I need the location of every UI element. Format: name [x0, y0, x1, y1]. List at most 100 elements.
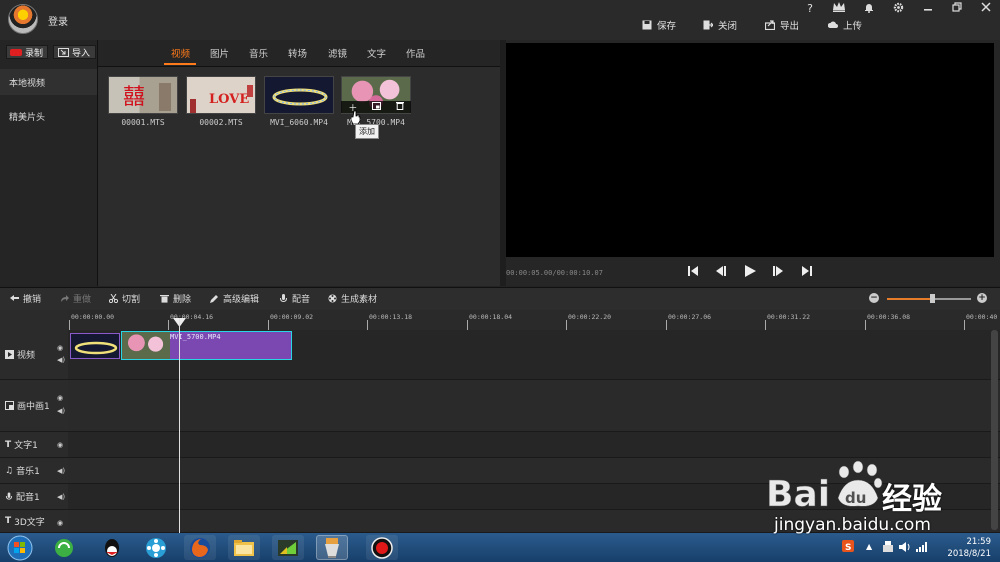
- ruler-tick: [69, 320, 70, 330]
- taskbar-app-icon[interactable]: [48, 535, 80, 560]
- start-button[interactable]: [5, 534, 35, 561]
- media-thumbnail[interactable]: LOVE: [186, 76, 256, 114]
- trash-icon[interactable]: [395, 101, 404, 113]
- eye-icon[interactable]: ◉: [57, 519, 63, 527]
- tab-video[interactable]: 视频: [171, 46, 190, 60]
- export-button[interactable]: 导出: [765, 17, 799, 33]
- close-project-button[interactable]: 关闭: [703, 17, 737, 33]
- playhead-line[interactable]: [179, 318, 180, 534]
- volume-icon[interactable]: [899, 542, 911, 552]
- tray-expand-icon[interactable]: ▲: [866, 542, 872, 551]
- speaker-icon[interactable]: ◀): [57, 407, 65, 415]
- watermark-brand: 经验: [882, 482, 942, 517]
- track-label: 视频: [17, 351, 36, 361]
- ruler-tick: [168, 320, 169, 330]
- svg-text:LOVE: LOVE: [209, 92, 249, 107]
- ruler-tick: [865, 320, 866, 330]
- active-tab-indicator: [164, 63, 196, 65]
- firefox-icon[interactable]: [184, 535, 216, 560]
- record-button[interactable]: 录制: [6, 45, 48, 59]
- ruler-label: 00:00:27.06: [668, 313, 712, 321]
- mic-icon: [280, 294, 287, 303]
- media-name: 00002.MTS: [199, 118, 243, 127]
- taskbar-app-icon[interactable]: [272, 535, 304, 560]
- play-icon[interactable]: [743, 264, 757, 278]
- track-label: 3D文字: [14, 517, 45, 528]
- zoom-in-button[interactable]: +: [977, 293, 987, 303]
- eye-icon[interactable]: ◉: [57, 344, 63, 352]
- import-icon: [58, 47, 69, 57]
- ruler-tick: [566, 320, 567, 330]
- login-link[interactable]: 登录: [48, 13, 68, 28]
- tab-transition[interactable]: 转场: [288, 46, 307, 60]
- delete-label: 删除: [173, 295, 192, 305]
- voiceover-button[interactable]: 配音: [279, 292, 310, 305]
- undo-button[interactable]: 撤销: [10, 292, 41, 305]
- speaker-icon[interactable]: ◀): [57, 493, 65, 501]
- tab-text[interactable]: 文字: [367, 46, 386, 60]
- sidebar-item-intro-clips[interactable]: 精美片头: [0, 103, 97, 129]
- hand-cursor-icon: [351, 110, 361, 124]
- track-text1[interactable]: [68, 432, 1000, 458]
- video-editor-taskbar-icon[interactable]: [316, 535, 348, 560]
- upload-button[interactable]: 上传: [828, 17, 862, 33]
- usb-device-icon[interactable]: [883, 541, 893, 552]
- advanced-edit-button[interactable]: 高级编辑: [210, 292, 259, 305]
- system-clock[interactable]: 21:59 2018/8/21: [935, 536, 991, 560]
- sogou-ime-icon[interactable]: S: [842, 540, 854, 552]
- track-header-video[interactable]: 视频: [0, 330, 68, 380]
- media-thumbnail[interactable]: [264, 76, 334, 114]
- svg-text:du: du: [845, 489, 866, 507]
- cut-label: 切割: [122, 295, 141, 305]
- ruler-label: 00:00:00.00: [71, 313, 115, 321]
- eye-icon[interactable]: ◉: [57, 441, 63, 449]
- ruler-label: 00:00:13.18: [369, 313, 413, 321]
- file-explorer-icon[interactable]: [228, 535, 260, 560]
- save-icon: [642, 20, 652, 30]
- pencil-icon: [210, 295, 218, 303]
- ruler-tick: [268, 320, 269, 330]
- previous-frame-icon[interactable]: [714, 264, 728, 278]
- cut-button[interactable]: 切割: [109, 292, 140, 305]
- text-icon: T: [5, 439, 12, 450]
- save-label: 保存: [657, 21, 677, 32]
- recorder-taskbar-icon[interactable]: [366, 535, 398, 560]
- network-signal-icon[interactable]: [916, 542, 928, 552]
- tab-works[interactable]: 作品: [406, 46, 425, 60]
- eye-icon[interactable]: ◉: [57, 394, 63, 402]
- qq-icon[interactable]: [96, 535, 128, 560]
- close-icon[interactable]: [976, 2, 996, 15]
- redo-button[interactable]: 重做: [60, 292, 91, 305]
- next-frame-icon[interactable]: [771, 264, 785, 278]
- track-header-pip[interactable]: 画中画1: [0, 380, 68, 432]
- import-button[interactable]: 导入: [53, 45, 96, 59]
- save-button[interactable]: 保存: [642, 17, 676, 33]
- pip-icon[interactable]: [372, 101, 381, 113]
- media-player-icon[interactable]: [140, 535, 172, 560]
- help-icon[interactable]: ?: [800, 2, 820, 15]
- restore-icon[interactable]: [947, 2, 967, 15]
- pip-icon: [5, 401, 14, 410]
- track-pip[interactable]: [68, 380, 1000, 432]
- zoom-slider-handle[interactable]: [930, 294, 935, 303]
- close-project-label: 关闭: [718, 21, 738, 32]
- tab-image[interactable]: 图片: [210, 46, 229, 60]
- clip-thumbnail: [122, 332, 170, 359]
- gear-icon[interactable]: [888, 2, 908, 16]
- minimize-icon[interactable]: [918, 2, 938, 15]
- delete-button[interactable]: 删除: [160, 292, 191, 305]
- bell-icon[interactable]: [859, 2, 879, 16]
- app-logo: [8, 4, 38, 34]
- generate-material-button[interactable]: 生成素材: [328, 292, 377, 305]
- speaker-icon[interactable]: ◀): [57, 356, 65, 364]
- vip-icon[interactable]: [829, 1, 849, 16]
- skip-to-start-icon[interactable]: [686, 264, 700, 278]
- zoom-out-button[interactable]: −: [869, 293, 879, 303]
- media-thumbnail[interactable]: 囍: [108, 76, 178, 114]
- timeline-clip[interactable]: [70, 333, 120, 359]
- skip-to-end-icon[interactable]: [800, 264, 814, 278]
- tab-filter[interactable]: 滤镜: [328, 46, 347, 60]
- tab-music[interactable]: 音乐: [249, 46, 268, 60]
- sidebar-item-local-video[interactable]: 本地视频: [0, 69, 97, 95]
- speaker-icon[interactable]: ◀): [57, 467, 65, 475]
